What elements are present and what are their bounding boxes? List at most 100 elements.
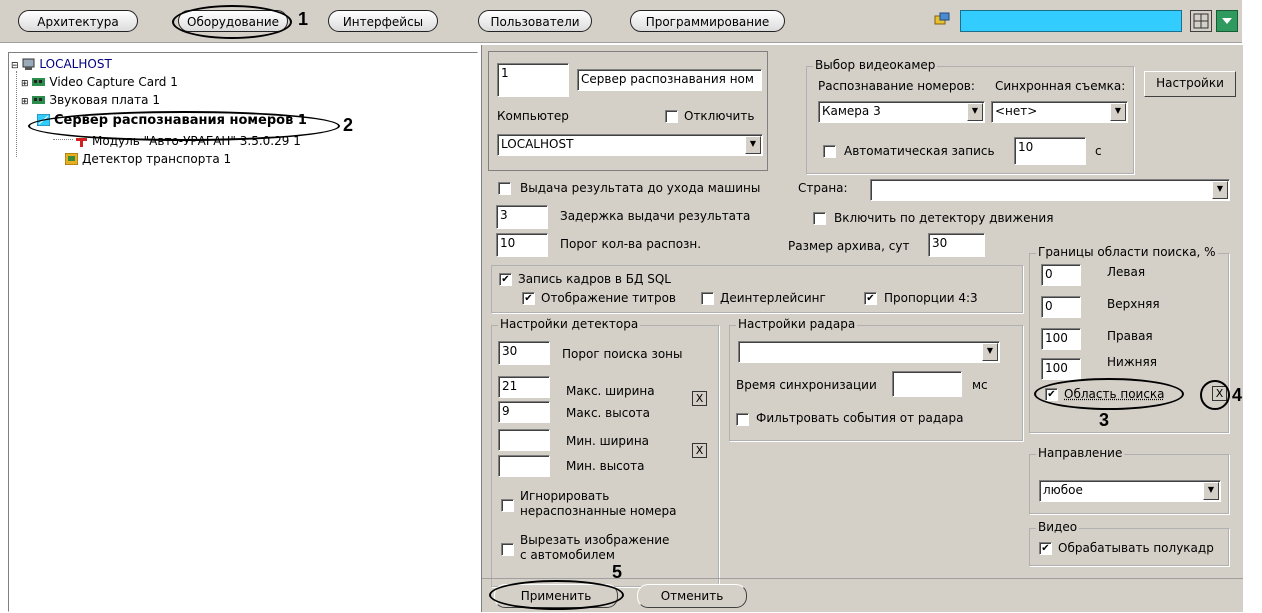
threshold-field[interactable]: 10 <box>496 233 548 257</box>
disable-label: Отключить <box>684 109 755 123</box>
max-height-field[interactable]: 9 <box>498 401 550 423</box>
cut-image-label: Вырезать изображение с автомобилем <box>520 533 670 562</box>
tree-item-label: Video Capture Card 1 <box>49 75 178 89</box>
radar-group-title: Настройки радара <box>736 317 858 331</box>
computer-select[interactable]: LOCALHOST ▼ <box>497 134 763 156</box>
auto-record-field[interactable]: 10 <box>1014 137 1086 165</box>
chevron-down-icon[interactable] <box>1216 10 1238 32</box>
annotation-oval-5 <box>489 580 624 610</box>
settings-panel: 1 Сервер распознавания ном Компьютер Отк… <box>481 45 1243 612</box>
annotation-oval-4 <box>1200 380 1230 410</box>
max-width-label: Макс. ширина <box>566 384 655 398</box>
aspect-checkbox[interactable]: ✔ <box>864 292 877 305</box>
tree-line <box>16 71 18 157</box>
sync-select[interactable]: <нет> ▼ <box>991 101 1128 123</box>
settings-button[interactable]: Настройки <box>1144 71 1236 97</box>
auto-record-checkbox[interactable] <box>823 145 836 158</box>
min-height-label: Мин. высота <box>566 459 645 473</box>
tree-root[interactable]: ⊟ LOCALHOST <box>11 56 112 74</box>
computer-icon <box>22 58 35 70</box>
dropdown-arrow-icon[interactable]: ▼ <box>967 103 983 121</box>
bottom-bound-label: Нижняя <box>1107 355 1157 369</box>
archive-label: Размер архива, сут <box>788 239 910 253</box>
annotation-number-3: 3 <box>1099 410 1110 430</box>
dropdown-arrow-icon[interactable]: ▼ <box>1110 103 1126 121</box>
radar-select[interactable]: ▼ <box>738 341 1000 363</box>
tree-item-sound-card[interactable]: ⊞ Звуковая плата 1 <box>21 92 160 110</box>
sync-time-unit: мс <box>972 378 988 392</box>
tab-users[interactable]: Пользователи <box>478 10 592 32</box>
output-before-exit-checkbox[interactable] <box>498 182 511 195</box>
status-bar <box>960 10 1182 32</box>
sql-record-label: Запись кадров в БД SQL <box>518 272 671 286</box>
tab-interfaces[interactable]: Интерфейсы <box>328 10 438 32</box>
annotation-oval-2 <box>28 111 340 141</box>
name-field[interactable]: Сервер распознавания ном <box>577 69 762 91</box>
right-bound-label: Правая <box>1107 329 1153 343</box>
min-size-link-icon[interactable]: X <box>692 443 707 458</box>
annotation-oval-3 <box>1034 378 1184 410</box>
tree-item-video-card[interactable]: ⊞ Video Capture Card 1 <box>21 74 178 92</box>
layout-icon[interactable] <box>1190 10 1212 32</box>
half-frame-label: Обрабатывать полукадр <box>1058 541 1214 555</box>
annotation-number-4: 4 <box>1232 385 1243 405</box>
computer-select-value: LOCALHOST <box>501 137 574 151</box>
tab-programming[interactable]: Программирование <box>630 10 785 32</box>
right-bound-field[interactable]: 100 <box>1041 328 1081 350</box>
zone-threshold-label: Порог поиска зоны <box>562 347 683 361</box>
id-field[interactable]: 1 <box>497 63 569 97</box>
archive-field[interactable]: 30 <box>928 233 985 257</box>
half-frame-checkbox[interactable]: ✔ <box>1039 542 1052 555</box>
disable-checkbox[interactable] <box>665 110 678 123</box>
ignore-unrecognized-checkbox[interactable] <box>501 499 514 512</box>
detector-icon <box>65 153 78 165</box>
tree-root-label: LOCALHOST <box>39 57 112 71</box>
tree-line <box>53 139 73 141</box>
ignore-unrecognized-label: Игнорировать нераспознанные номера <box>520 489 677 518</box>
dropdown-arrow-icon[interactable]: ▼ <box>1212 181 1228 199</box>
motion-checkbox[interactable] <box>813 212 826 225</box>
max-height-label: Макс. высота <box>566 406 651 420</box>
sync-select-value: <нет> <box>995 104 1038 118</box>
camera-select[interactable]: Камера 3 ▼ <box>818 101 985 123</box>
titles-label: Отображение титров <box>541 291 676 305</box>
tree-item-label: Детектор транспорта 1 <box>82 152 232 166</box>
min-width-field[interactable] <box>498 429 550 451</box>
cancel-button[interactable]: Отменить <box>637 584 747 608</box>
sql-record-checkbox[interactable]: ✔ <box>499 273 512 286</box>
camera-select-value: Камера 3 <box>822 104 881 118</box>
max-width-field[interactable]: 21 <box>498 376 550 398</box>
recognition-label: Распознавание номеров: <box>818 79 975 93</box>
left-bound-label: Левая <box>1107 265 1146 279</box>
top-bound-field[interactable]: 0 <box>1041 296 1081 318</box>
cut-image-checkbox[interactable] <box>501 543 514 556</box>
country-label: Страна: <box>798 181 848 195</box>
board-icon <box>32 96 46 104</box>
zone-threshold-field[interactable]: 30 <box>498 341 550 365</box>
computer-label: Компьютер <box>497 109 569 123</box>
dropdown-arrow-icon[interactable]: ▼ <box>982 343 998 361</box>
filter-radar-label: Фильтровать события от радара <box>756 411 964 425</box>
board-icon <box>32 78 46 86</box>
titles-checkbox[interactable]: ✔ <box>522 292 535 305</box>
annotation-oval-1 <box>172 5 292 39</box>
direction-select[interactable]: любое ▼ <box>1039 480 1221 502</box>
annotation-number-5: 5 <box>612 562 623 582</box>
delay-field[interactable]: 3 <box>496 205 548 229</box>
filter-radar-checkbox[interactable] <box>736 413 749 426</box>
country-select[interactable]: ▼ <box>870 179 1230 201</box>
min-height-field[interactable] <box>498 455 550 477</box>
dropdown-arrow-icon[interactable]: ▼ <box>745 136 761 154</box>
bottom-bound-field[interactable]: 100 <box>1041 358 1081 380</box>
max-size-link-icon[interactable]: X <box>692 391 707 406</box>
auto-record-label: Автоматическая запись <box>844 144 995 158</box>
sync-label: Синхронная съемка: <box>995 79 1126 93</box>
tree-item-transport-detector[interactable]: Детектор транспорта 1 <box>65 151 231 167</box>
sync-time-field[interactable] <box>892 371 962 397</box>
left-bound-field[interactable]: 0 <box>1041 264 1081 286</box>
dropdown-arrow-icon[interactable]: ▼ <box>1203 482 1219 500</box>
tab-architecture[interactable]: Архитектура <box>18 10 138 32</box>
bounds-group-title: Границы области поиска, % <box>1036 245 1218 259</box>
tree-item-label: Звуковая плата 1 <box>49 93 160 107</box>
deinterlace-checkbox[interactable] <box>701 292 714 305</box>
